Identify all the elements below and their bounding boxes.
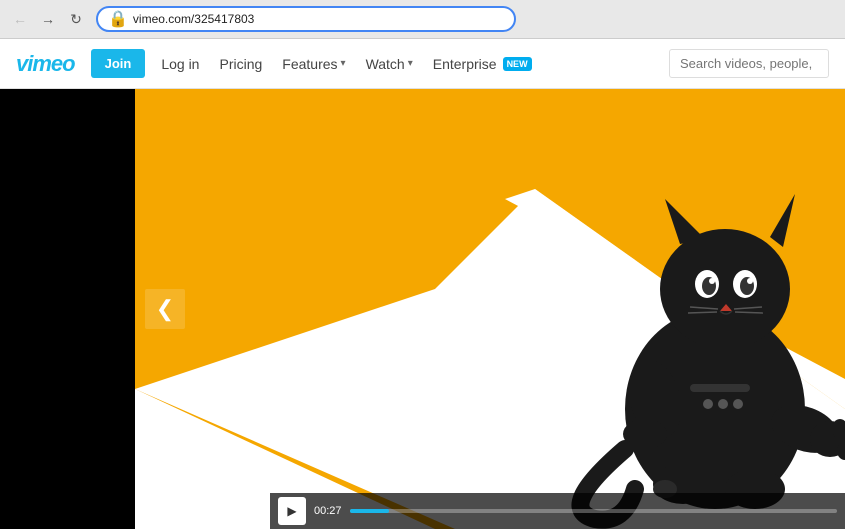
progress-bar-fill	[350, 509, 389, 513]
play-button[interactable]: ▶	[278, 497, 306, 525]
video-illustration	[135, 89, 845, 529]
nav-enterprise[interactable]: Enterprise NEW	[425, 50, 540, 78]
lock-icon: 🔒	[108, 9, 128, 29]
nav-buttons: ← → ↻	[8, 7, 88, 31]
enterprise-badge: NEW	[503, 57, 532, 71]
refresh-button[interactable]: ↻	[64, 7, 88, 31]
browser-toolbar: ← → ↻ 🔒 vimeo.com/325417803	[0, 0, 845, 38]
video-black-panel	[0, 89, 135, 529]
video-content-area: ❮ ▶ 00:27	[135, 89, 845, 529]
time-display: 00:27	[314, 505, 342, 517]
video-controls-bar: ▶ 00:27	[270, 493, 845, 529]
watch-chevron: ▾	[408, 58, 413, 69]
nav-features[interactable]: Features ▾	[274, 50, 353, 78]
vimeo-navbar: vimeo Join Log in Pricing Features ▾ Wat…	[0, 39, 845, 89]
nav-links: Log in Pricing Features ▾ Watch ▾ Enterp…	[153, 50, 669, 78]
address-text: vimeo.com/325417803	[133, 12, 254, 26]
nav-pricing[interactable]: Pricing	[211, 50, 270, 78]
video-container: ❮ ▶ 00:27	[0, 89, 845, 529]
progress-bar[interactable]	[350, 509, 837, 513]
back-button[interactable]: ←	[8, 7, 32, 31]
nav-login[interactable]: Log in	[153, 50, 207, 78]
forward-button[interactable]: →	[36, 7, 60, 31]
features-chevron: ▾	[341, 58, 346, 69]
prev-button[interactable]: ❮	[145, 289, 185, 329]
search-input[interactable]	[669, 49, 829, 78]
browser-chrome: ← → ↻ 🔒 vimeo.com/325417803	[0, 0, 845, 39]
vimeo-logo[interactable]: vimeo	[16, 51, 75, 77]
address-bar-wrapper: 🔒 vimeo.com/325417803	[96, 6, 516, 32]
join-button[interactable]: Join	[91, 49, 146, 78]
nav-watch[interactable]: Watch ▾	[358, 50, 421, 78]
